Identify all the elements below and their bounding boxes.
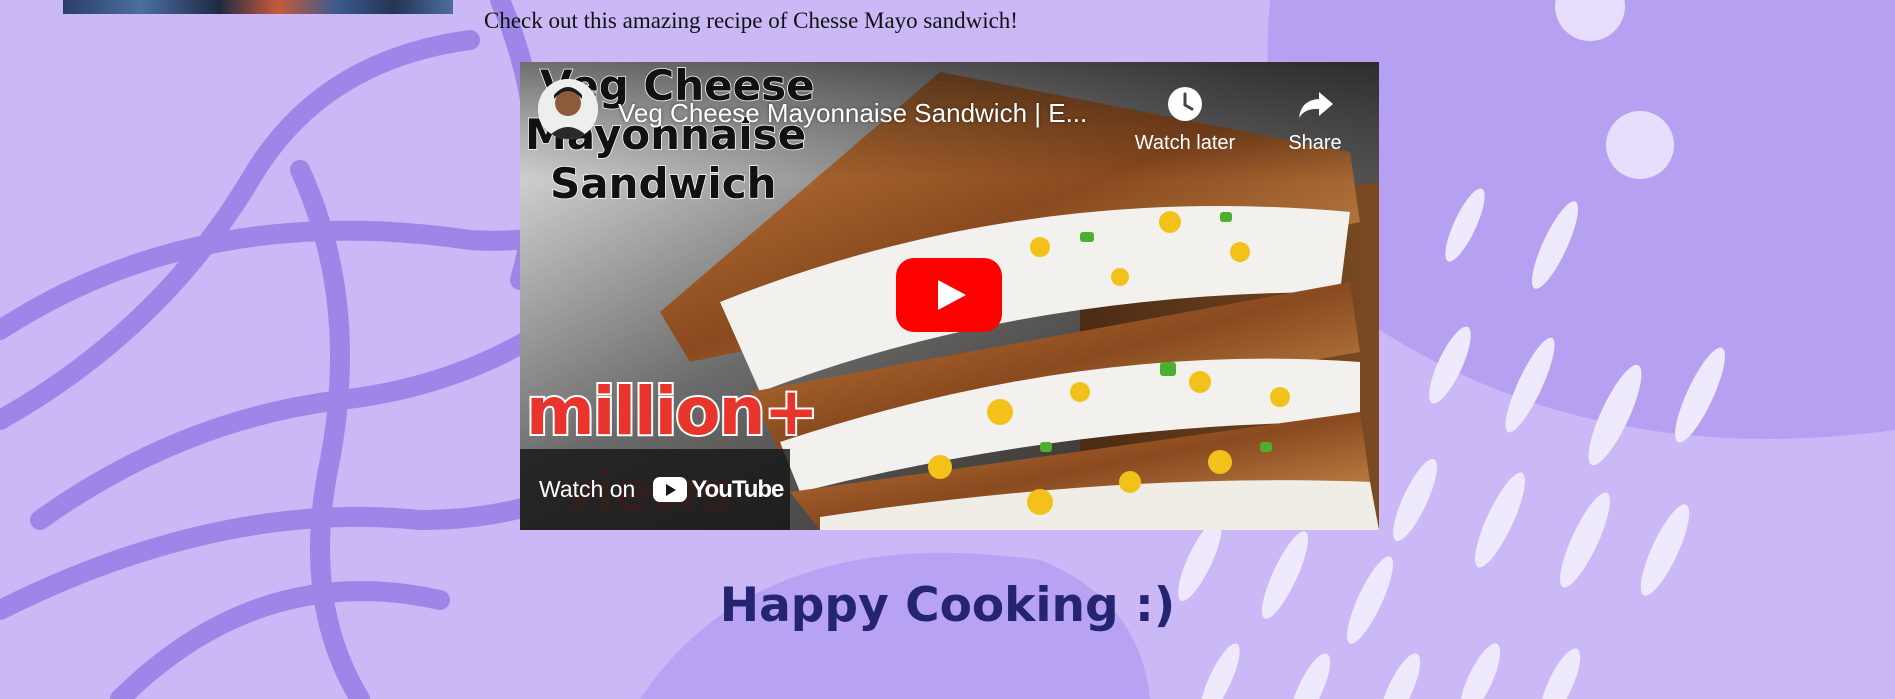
previous-image-strip bbox=[63, 0, 453, 14]
clock-icon bbox=[1161, 80, 1209, 128]
youtube-mark-icon bbox=[653, 477, 688, 502]
channel-avatar[interactable] bbox=[538, 79, 598, 139]
play-button[interactable] bbox=[896, 258, 1002, 332]
watch-on-youtube-link[interactable]: Watch on YouTube bbox=[520, 449, 790, 530]
watch-later-label: Watch later bbox=[1134, 132, 1236, 154]
avatar-portrait bbox=[538, 79, 598, 139]
intro-text: Check out this amazing recipe of Chesse … bbox=[484, 8, 1018, 33]
thumbnail-line-3: Sandwich bbox=[550, 159, 777, 208]
closing-heading: Happy Cooking :) bbox=[719, 578, 1176, 633]
share-label: Share bbox=[1288, 132, 1342, 154]
video-title[interactable]: Veg Cheese Mayonnaise Sandwich | E... bbox=[618, 98, 1087, 129]
youtube-brand-text: YouTube bbox=[691, 475, 784, 503]
share-button[interactable]: Share bbox=[1260, 80, 1370, 155]
watch-later-button[interactable]: Watch later bbox=[1120, 80, 1250, 155]
youtube-embed[interactable]: Veg Cheese Mayonnaise Sandwich million+ … bbox=[520, 62, 1379, 530]
thumbnail-badge: million+ bbox=[526, 373, 817, 450]
youtube-logo: YouTube bbox=[653, 475, 784, 504]
share-icon bbox=[1291, 80, 1339, 128]
watch-on-label: Watch on bbox=[539, 476, 636, 502]
play-icon bbox=[896, 258, 1002, 332]
